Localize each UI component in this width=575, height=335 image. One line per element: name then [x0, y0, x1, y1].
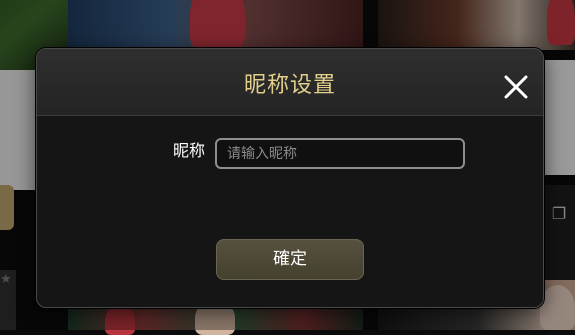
nickname-input[interactable]: [215, 138, 465, 169]
nickname-label: 昵称: [173, 141, 206, 160]
dialog-header: 昵称设置: [37, 49, 543, 116]
close-x-icon: [504, 75, 528, 99]
close-button[interactable]: [503, 74, 529, 100]
dialog-title: 昵称设置: [243, 73, 336, 98]
confirm-button[interactable]: 確定: [216, 239, 364, 280]
nickname-settings-dialog: 昵称设置 昵称 確定: [36, 48, 544, 308]
